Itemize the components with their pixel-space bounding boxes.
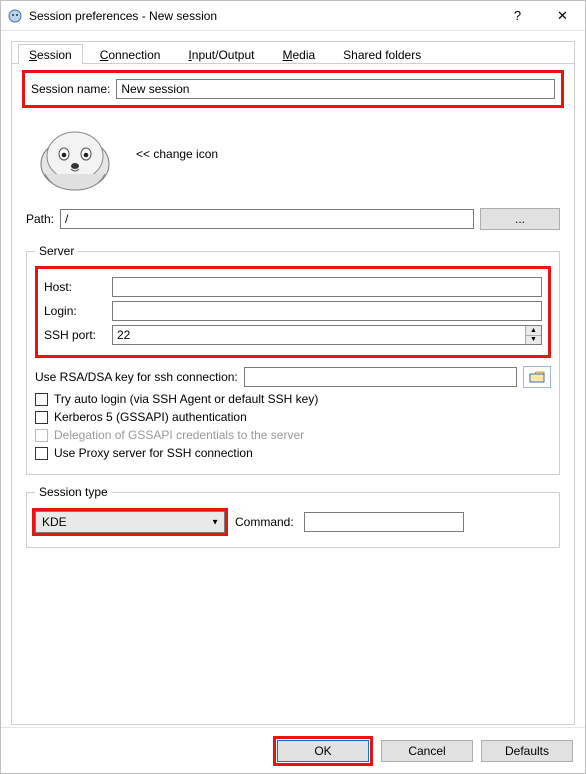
login-input[interactable]	[112, 301, 542, 321]
checkbox-icon	[35, 411, 48, 424]
path-label: Path:	[26, 212, 54, 226]
change-icon-link[interactable]: << change icon	[136, 147, 218, 161]
dialog-buttons: OK Cancel Defaults	[1, 727, 585, 773]
app-icon	[7, 8, 23, 24]
icon-zone: << change icon	[22, 108, 564, 200]
auto-login-label: Try auto login (via SSH Agent or default…	[54, 392, 318, 406]
server-group: Server Host: Login: SSH port:	[26, 244, 560, 475]
rsa-key-label: Use RSA/DSA key for ssh connection:	[35, 370, 238, 384]
ssh-port-spinner[interactable]: ▲ ▼	[112, 325, 542, 345]
ok-button[interactable]: OK	[277, 740, 369, 762]
session-type-value: KDE	[42, 515, 67, 529]
tab-session[interactable]: Session	[18, 44, 83, 64]
close-button[interactable]: ✕	[540, 1, 585, 31]
chevron-down-icon: ▼	[211, 518, 219, 527]
command-input	[304, 512, 464, 532]
spinner-down-icon[interactable]: ▼	[526, 336, 541, 345]
use-proxy-label: Use Proxy server for SSH connection	[54, 446, 253, 460]
help-button[interactable]: ?	[495, 1, 540, 31]
login-label: Login:	[44, 304, 104, 318]
path-row: Path: ...	[22, 200, 564, 240]
session-name-input[interactable]	[116, 79, 555, 99]
cancel-button[interactable]: Cancel	[381, 740, 473, 762]
rsa-key-browse-button[interactable]	[523, 366, 551, 388]
window-title: Session preferences - New session	[29, 9, 495, 23]
titlebar: Session preferences - New session ? ✕	[1, 1, 585, 31]
checkbox-icon	[35, 447, 48, 460]
checkbox-icon	[35, 393, 48, 406]
spinner-buttons[interactable]: ▲ ▼	[525, 326, 541, 344]
session-icon[interactable]	[30, 114, 120, 194]
tab-shared-folders[interactable]: Shared folders	[332, 44, 432, 64]
ssh-port-label: SSH port:	[44, 328, 104, 342]
delegation-label: Delegation of GSSAPI credentials to the …	[54, 428, 304, 442]
session-name-highlight: Session name:	[22, 70, 564, 108]
checkbox-icon	[35, 429, 48, 442]
session-name-label: Session name:	[31, 82, 110, 96]
tab-page-session: Session name:	[12, 64, 574, 568]
ssh-port-input[interactable]	[112, 325, 542, 345]
path-browse-button[interactable]: ...	[480, 208, 560, 230]
rsa-key-input[interactable]	[244, 367, 517, 387]
ok-highlight: OK	[273, 736, 373, 766]
delegation-checkbox: Delegation of GSSAPI credentials to the …	[35, 428, 551, 442]
tab-connection[interactable]: Connection	[89, 44, 172, 64]
session-type-legend: Session type	[35, 485, 112, 499]
path-input[interactable]	[60, 209, 474, 229]
use-proxy-checkbox[interactable]: Use Proxy server for SSH connection	[35, 446, 551, 460]
defaults-button[interactable]: Defaults	[481, 740, 573, 762]
tab-media[interactable]: Media	[271, 44, 326, 64]
tab-control: Session Connection Input/Output Media Sh…	[11, 41, 575, 725]
dialog-session-preferences: Session preferences - New session ? ✕ Se…	[0, 0, 586, 774]
folder-icon	[529, 371, 545, 383]
spinner-up-icon[interactable]: ▲	[526, 326, 541, 336]
server-highlight: Host: Login: SSH port: ▲ ▼	[35, 266, 551, 358]
kerberos-label: Kerberos 5 (GSSAPI) authentication	[54, 410, 247, 424]
auto-login-checkbox[interactable]: Try auto login (via SSH Agent or default…	[35, 392, 551, 406]
host-input[interactable]	[112, 277, 542, 297]
command-label: Command:	[235, 515, 294, 529]
session-type-combo[interactable]: KDE ▼	[35, 511, 225, 533]
kerberos-checkbox[interactable]: Kerberos 5 (GSSAPI) authentication	[35, 410, 551, 424]
tab-input-output[interactable]: Input/Output	[177, 44, 265, 64]
tab-bar: Session Connection Input/Output Media Sh…	[12, 42, 574, 64]
session-type-group: Session type KDE ▼ Command:	[26, 485, 560, 548]
server-legend: Server	[35, 244, 78, 258]
host-label: Host:	[44, 280, 104, 294]
